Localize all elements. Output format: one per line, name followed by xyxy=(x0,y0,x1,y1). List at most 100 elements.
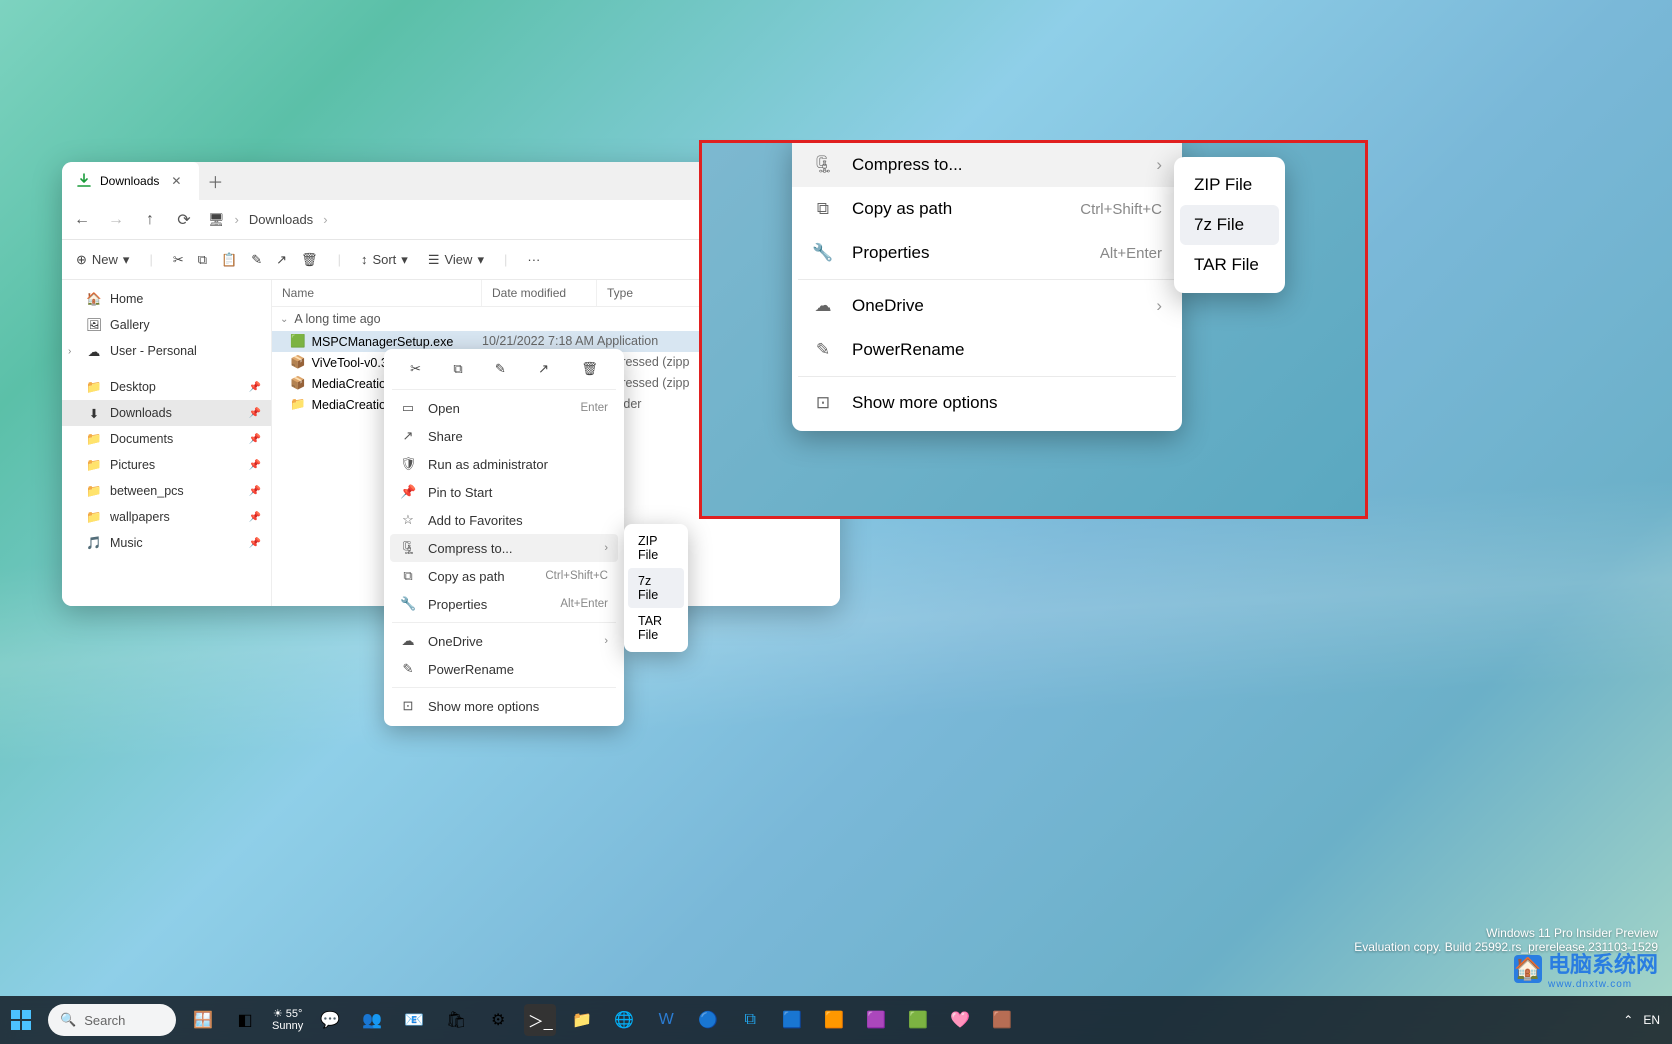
ctx-show-more-options[interactable]: ⊡Show more options xyxy=(390,692,618,720)
pin-icon: 📌 xyxy=(249,538,261,549)
settings-icon[interactable]: ⚙ xyxy=(482,1004,514,1036)
gallery-icon: 🖼 xyxy=(86,317,102,333)
rename-icon[interactable]: ✎ xyxy=(251,252,262,268)
taskbar-search[interactable]: 🔍 Search xyxy=(48,1004,176,1036)
nav-item-wallpapers[interactable]: 📁wallpapers📌 xyxy=(62,504,271,530)
store-icon[interactable]: 🛍 xyxy=(440,1004,472,1036)
app-icon-5[interactable]: 🩷 xyxy=(944,1004,976,1036)
col-name[interactable]: Name xyxy=(272,280,482,306)
back-button[interactable]: ← xyxy=(72,211,92,229)
nav-item-between_pcs[interactable]: 📁between_pcs📌 xyxy=(62,478,271,504)
sort-button[interactable]: ↕ Sort ▾ xyxy=(361,252,408,268)
zip-icon: 📦 xyxy=(290,355,306,370)
app-icon-3[interactable]: 🟪 xyxy=(860,1004,892,1036)
chrome-icon[interactable]: 🔵 xyxy=(692,1004,724,1036)
ctx-large-copy-as-path[interactable]: ⧉Copy as pathCtrl+Shift+C xyxy=(792,187,1182,231)
col-date[interactable]: Date modified xyxy=(482,280,597,306)
up-button[interactable]: ↑ xyxy=(140,211,160,229)
ctx-powerrename[interactable]: ✎PowerRename xyxy=(390,655,618,683)
new-tab-button[interactable]: ＋ xyxy=(199,162,231,200)
nav-item-downloads[interactable]: ⬇Downloads📌 xyxy=(62,400,271,426)
nav-item-user---personal[interactable]: ›☁User - Personal xyxy=(62,338,271,364)
nav-item-desktop[interactable]: 📁Desktop📌 xyxy=(62,374,271,400)
nav-item-documents[interactable]: 📁Documents📌 xyxy=(62,426,271,452)
system-tray[interactable]: ⌃ EN xyxy=(1623,1013,1672,1027)
rename-icon[interactable]: ✎ xyxy=(495,361,506,377)
monitor-icon: 🖥 xyxy=(208,212,225,228)
terminal-icon[interactable]: ＞_ xyxy=(524,1004,556,1036)
vscode-icon[interactable]: ⧉ xyxy=(734,1004,766,1036)
share-icon[interactable]: ↗ xyxy=(538,361,549,377)
file-explorer-icon[interactable]: 📁 xyxy=(566,1004,598,1036)
ctx-large-compress-to-[interactable]: 🗜Compress to...› xyxy=(792,143,1182,187)
ctx-pin-to-start[interactable]: 📌Pin to Start xyxy=(390,478,618,506)
ctx-add-to-favorites[interactable]: ☆Add to Favorites xyxy=(390,506,618,534)
edge-icon[interactable]: 🌐 xyxy=(608,1004,640,1036)
chat-icon[interactable]: 💬 xyxy=(314,1004,346,1036)
ctx-compress-to-[interactable]: 🗜Compress to...› xyxy=(390,534,618,562)
cut-icon[interactable]: ✂ xyxy=(173,252,184,268)
nav-item-home[interactable]: 🏠Home xyxy=(62,286,271,312)
start-button[interactable] xyxy=(5,1004,37,1036)
breadcrumb[interactable]: 🖥 › Downloads › xyxy=(208,212,707,228)
ctx-run-as-administrator[interactable]: 🛡Run as administrator xyxy=(390,450,618,478)
new-button[interactable]: ⊕ New ▾ xyxy=(76,252,129,268)
task-view-icon[interactable]: ◧ xyxy=(229,1004,261,1036)
compress-option-zip-file[interactable]: ZIP File xyxy=(628,528,684,568)
compress-option-large-tar-file[interactable]: TAR File xyxy=(1180,245,1279,285)
share-icon[interactable]: ↗ xyxy=(276,252,287,268)
ctx-properties[interactable]: 🔧PropertiesAlt+Enter xyxy=(390,590,618,618)
ctx-large-properties[interactable]: 🔧PropertiesAlt+Enter xyxy=(792,231,1182,275)
forward-button[interactable]: → xyxy=(106,211,126,229)
word-icon[interactable]: W xyxy=(650,1004,682,1036)
ctx-large-powerrename[interactable]: ✎PowerRename xyxy=(792,328,1182,372)
compress-option-tar-file[interactable]: TAR File xyxy=(628,608,684,648)
copy-icon[interactable]: ⧉ xyxy=(453,361,462,377)
chevron-right-icon: › xyxy=(604,635,608,647)
nav-item-music[interactable]: 🎵Music📌 xyxy=(62,530,271,556)
house-icon: 🏠 xyxy=(1514,955,1542,983)
chevron-right-icon: › xyxy=(1156,155,1162,175)
pin-icon: 📌 xyxy=(249,408,261,419)
app-icon-6[interactable]: 🟫 xyxy=(986,1004,1018,1036)
teams-icon[interactable]: 👥 xyxy=(356,1004,388,1036)
nav-item-gallery[interactable]: 🖼Gallery xyxy=(62,312,271,338)
ctx-onedrive[interactable]: ☁OneDrive› xyxy=(390,627,618,655)
paste-icon[interactable]: 📋 xyxy=(221,252,237,268)
ctx-large-onedrive[interactable]: ☁OneDrive› xyxy=(792,284,1182,328)
ctx-open[interactable]: ▭OpenEnter xyxy=(390,394,618,422)
ctx-large-show-more-options[interactable]: ⊡Show more options xyxy=(792,381,1182,425)
tray-lang[interactable]: EN xyxy=(1643,1013,1660,1027)
close-tab-button[interactable]: ✕ xyxy=(167,174,185,188)
app-icon-4[interactable]: 🟩 xyxy=(902,1004,934,1036)
copypath-icon: ⧉ xyxy=(400,568,416,584)
compress-option-7z-file[interactable]: 7z File xyxy=(628,568,684,608)
ctx-share[interactable]: ↗Share xyxy=(390,422,618,450)
compress-icon: 🗜 xyxy=(812,155,834,175)
delete-icon[interactable]: 🗑 xyxy=(301,252,318,268)
compress-option-large-zip-file[interactable]: ZIP File xyxy=(1180,165,1279,205)
zip-icon: 📦 xyxy=(290,376,306,391)
home-icon: 🏠 xyxy=(86,291,102,307)
weather-widget[interactable]: ☀ 55° Sunny xyxy=(272,1008,303,1032)
app-icon[interactable]: 🟦 xyxy=(776,1004,808,1036)
taskbar: 🔍 Search 🪟 ◧ ☀ 55° Sunny 💬 👥 📧 🛍 ⚙ ＞_ 📁 … xyxy=(0,996,1672,1044)
copy-icon[interactable]: ⧉ xyxy=(198,252,207,268)
more-button[interactable]: ··· xyxy=(527,252,540,267)
nav-pane: 🏠Home🖼Gallery›☁User - Personal 📁Desktop📌⬇… xyxy=(62,280,272,606)
breadcrumb-location: Downloads xyxy=(249,212,313,227)
mail-icon[interactable]: 📧 xyxy=(398,1004,430,1036)
app-icon-2[interactable]: 🟧 xyxy=(818,1004,850,1036)
onedrive-icon: ☁ xyxy=(812,296,834,316)
ctx-copy-as-path[interactable]: ⧉Copy as pathCtrl+Shift+C xyxy=(390,562,618,590)
nav-item-pictures[interactable]: 📁Pictures📌 xyxy=(62,452,271,478)
tab-downloads[interactable]: Downloads ✕ xyxy=(62,162,199,200)
open-icon: ▭ xyxy=(400,400,416,416)
cut-icon[interactable]: ✂ xyxy=(410,361,421,377)
tray-chevron-icon[interactable]: ⌃ xyxy=(1623,1013,1633,1027)
refresh-button[interactable]: ⟳ xyxy=(174,210,194,230)
compress-option-large-7z-file[interactable]: 7z File xyxy=(1180,205,1279,245)
delete-icon[interactable]: 🗑 xyxy=(581,361,598,377)
view-button[interactable]: ☰ View ▾ xyxy=(428,252,484,268)
copilot-icon[interactable]: 🪟 xyxy=(187,1004,219,1036)
